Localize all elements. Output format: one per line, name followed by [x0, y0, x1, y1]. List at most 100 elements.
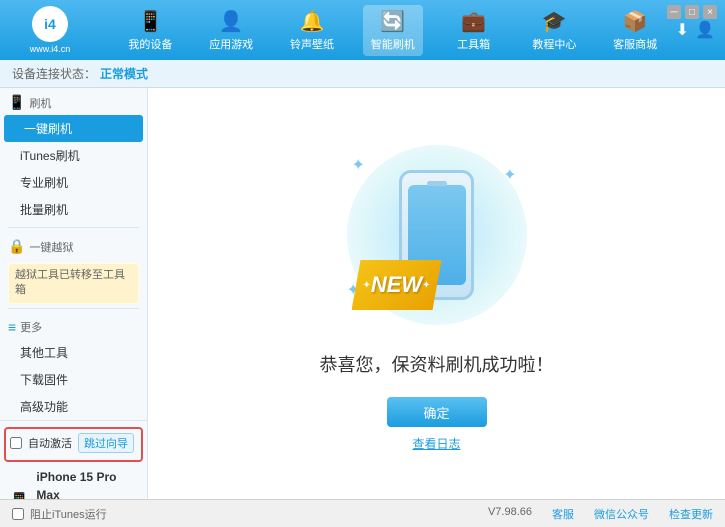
- store-icon: 📦: [623, 9, 648, 34]
- advanced-label: 高级功能: [20, 400, 68, 414]
- auto-activate-row: 自动激活 跳过向导: [10, 433, 137, 453]
- nav-smart-flash[interactable]: 🔄 智能刷机: [363, 5, 423, 56]
- my-device-icon: 📱: [138, 9, 163, 34]
- sidebar-bottom-area: 自动激活 跳过向导 📱 iPhone 15 Pro Max 512GB iPho…: [0, 420, 147, 499]
- nav-my-device-label: 我的设备: [128, 36, 172, 52]
- version-label: V7.98.66: [488, 506, 532, 522]
- phone-illustration: ✦ ✦ ✦ ✦ NEW ✦: [337, 135, 537, 335]
- apps-icon: 👤: [219, 9, 244, 34]
- maximize-button[interactable]: □: [685, 5, 699, 19]
- minimize-button[interactable]: ─: [667, 5, 681, 19]
- sidebar-section-flash: 📱 刷机: [0, 88, 147, 115]
- nav-smart-flash-label: 智能刷机: [371, 36, 415, 52]
- nav-apps-label: 应用游戏: [209, 36, 253, 52]
- itunes-flash-label: iTunes刷机: [20, 149, 80, 163]
- check-update-link[interactable]: 检查更新: [669, 506, 713, 522]
- footer-right: V7.98.66 客服 微信公众号 检查更新: [488, 506, 713, 522]
- status-value: 正常模式: [100, 65, 148, 82]
- jailbreak-notice-text: 越狱工具已转移至工具箱: [15, 269, 125, 296]
- batch-flash-label: 批量刷机: [20, 203, 68, 217]
- stop-itunes-checkbox[interactable]: [12, 508, 24, 520]
- sidebar-item-advanced[interactable]: 高级功能: [0, 393, 147, 420]
- device-phone-icon: 📱: [8, 492, 30, 499]
- sidebar-full: 📱 刷机 一键刷机 iTunes刷机 专业刷机 批量刷机: [0, 88, 147, 499]
- nav-ringtone[interactable]: 🔔 铃声壁纸: [282, 5, 342, 56]
- download-firmware-label: 下载固件: [20, 373, 68, 387]
- sidebar-flash-label: 刷机: [29, 95, 51, 111]
- success-message: 恭喜您，保资料刷机成功啦！: [320, 351, 554, 377]
- sidebar-item-one-key-flash[interactable]: 一键刷机: [4, 115, 143, 142]
- device-name: iPhone 15 Pro Max: [36, 468, 139, 499]
- nav-my-device[interactable]: 📱 我的设备: [120, 5, 180, 56]
- sidebar-divider-1: [8, 227, 139, 228]
- sidebar-top: 📱 刷机 一键刷机 iTunes刷机 专业刷机 批量刷机: [0, 88, 147, 420]
- sparkle-topleft: ✦: [352, 155, 365, 175]
- jailbreak-section-icon: 🔒: [8, 238, 25, 255]
- nav-items: 📱 我的设备 👤 应用游戏 🔔 铃声壁纸 🔄 智能刷机 💼 工具箱 🎓: [110, 5, 676, 56]
- sidebar: 📱 刷机 一键刷机 iTunes刷机 专业刷机 批量刷机: [0, 88, 148, 499]
- pro-flash-label: 专业刷机: [20, 176, 68, 190]
- sparkle-topright: ✦: [503, 165, 516, 185]
- smart-flash-icon: 🔄: [380, 9, 405, 34]
- confirm-button[interactable]: 确定: [387, 397, 487, 427]
- logo-text: i4: [44, 16, 56, 32]
- flash-section-icon: 📱: [8, 94, 25, 111]
- nav-apps[interactable]: 👤 应用游戏: [201, 5, 261, 56]
- sidebar-item-download-firmware[interactable]: 下载固件: [0, 366, 147, 393]
- status-label: 设备连接状态：: [12, 65, 96, 82]
- sidebar-jailbreak-label: 一键越狱: [29, 239, 73, 255]
- footer: 阻止iTunes运行 V7.98.66 客服 微信公众号 检查更新: [0, 499, 725, 527]
- topbar-right-icons: ⬇ 👤: [676, 20, 715, 40]
- main-layout: 📱 刷机 一键刷机 iTunes刷机 专业刷机 批量刷机: [0, 88, 725, 499]
- nav-store[interactable]: 📦 客服商城: [605, 5, 665, 56]
- nav-ringtone-label: 铃声壁纸: [290, 36, 334, 52]
- sidebar-item-itunes-flash[interactable]: iTunes刷机: [0, 142, 147, 169]
- guide-button[interactable]: 跳过向导: [78, 433, 134, 453]
- sidebar-item-pro-flash[interactable]: 专业刷机: [0, 169, 147, 196]
- app-window: ─ □ × i4 www.i4.cn 📱 我的设备 👤 应用游戏 🔔 铃声壁纸: [0, 0, 725, 527]
- server-link[interactable]: 客服: [552, 506, 574, 522]
- sidebar-section-jailbreak: 🔒 一键越狱: [0, 232, 147, 259]
- topbar: i4 www.i4.cn 📱 我的设备 👤 应用游戏 🔔 铃声壁纸 🔄 智能刷机: [0, 0, 725, 60]
- download-icon[interactable]: ⬇: [676, 20, 689, 40]
- topbar-right: ⬇ 👤: [676, 20, 715, 40]
- sidebar-section-more: ≡ 更多: [0, 313, 147, 339]
- nav-toolbox-label: 工具箱: [457, 36, 490, 52]
- nav-toolbox[interactable]: 💼 工具箱: [444, 5, 504, 56]
- sidebar-more-label: 更多: [20, 319, 42, 335]
- logo-area: i4 www.i4.cn: [10, 6, 90, 54]
- auto-activate-label: 自动激活: [28, 435, 72, 451]
- user-icon[interactable]: 👤: [695, 20, 715, 40]
- log-button[interactable]: 查看日志: [412, 435, 460, 452]
- ribbon-shape: ✦ NEW ✦: [352, 260, 442, 310]
- window-controls: ─ □ ×: [667, 5, 717, 19]
- one-key-flash-label: 一键刷机: [24, 122, 72, 136]
- more-section-icon: ≡: [8, 319, 16, 335]
- new-ribbon: ✦ NEW ✦: [352, 260, 442, 315]
- ringtone-icon: 🔔: [300, 9, 325, 34]
- sidebar-device-controls: 自动激活 跳过向导: [4, 427, 143, 462]
- statusbar: 设备连接状态： 正常模式: [0, 60, 725, 88]
- content-area: ✦ ✦ ✦ ✦ NEW ✦ 恭喜您，保资料刷机成功啦！ 确定: [148, 88, 725, 499]
- tutorial-icon: 🎓: [542, 9, 567, 34]
- sidebar-item-batch-flash[interactable]: 批量刷机: [0, 196, 147, 223]
- nav-tutorial-label: 教程中心: [532, 36, 576, 52]
- wechat-link[interactable]: 微信公众号: [594, 506, 649, 522]
- ribbon-text: NEW: [371, 272, 422, 298]
- close-button[interactable]: ×: [703, 5, 717, 19]
- other-tools-label: 其他工具: [20, 346, 68, 360]
- stop-itunes-label: 阻止iTunes运行: [30, 506, 107, 522]
- nav-tutorial[interactable]: 🎓 教程中心: [524, 5, 584, 56]
- nav-store-label: 客服商城: [613, 36, 657, 52]
- ribbon-star-left: ✦: [362, 280, 370, 291]
- footer-left: 阻止iTunes运行: [12, 506, 468, 522]
- toolbox-icon: 💼: [461, 9, 486, 34]
- sidebar-jailbreak-notice: 越狱工具已转移至工具箱: [8, 263, 139, 304]
- logo-subtext: www.i4.cn: [30, 44, 71, 54]
- logo-icon: i4: [32, 6, 68, 42]
- sidebar-item-other-tools[interactable]: 其他工具: [0, 339, 147, 366]
- device-info: 📱 iPhone 15 Pro Max 512GB iPhone: [8, 468, 139, 499]
- ribbon-star-right: ✦: [422, 280, 430, 291]
- auto-activate-checkbox[interactable]: [10, 437, 22, 449]
- sidebar-divider-2: [8, 308, 139, 309]
